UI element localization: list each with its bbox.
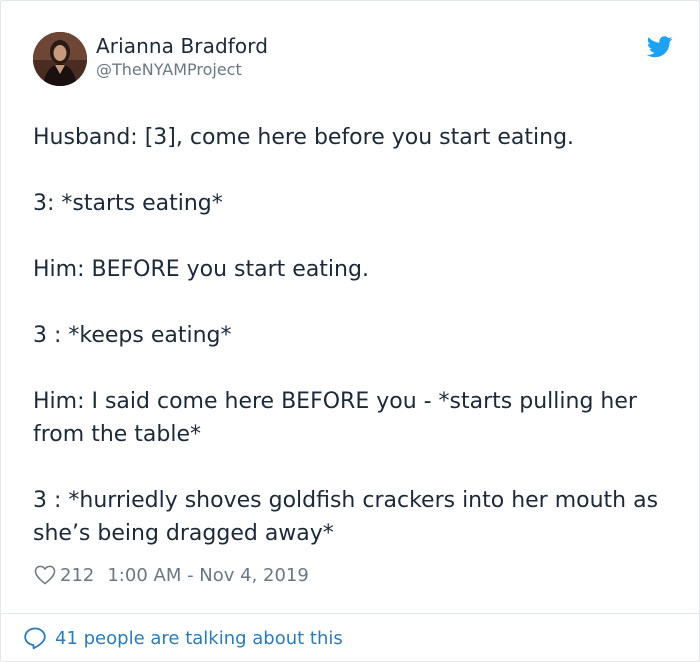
tweet-paragraph: 3 : *hurriedly shoves goldfish crackers …: [33, 488, 659, 546]
tweet-card: Arianna Bradford @TheNYAMProject Husband…: [0, 0, 700, 662]
tweet-text: Husband: [3], come here before you start…: [33, 121, 673, 550]
tweet-meta: 212 1:00 AM - Nov 4, 2019: [34, 562, 309, 588]
tweet-paragraph: 3: *starts eating*: [33, 191, 223, 216]
divider: [1, 613, 699, 614]
tweet-timestamp[interactable]: 1:00 AM - Nov 4, 2019: [107, 565, 308, 586]
tweet-paragraph: Husband: [3], come here before you start…: [33, 125, 575, 150]
avatar[interactable]: [33, 32, 87, 86]
tweet-paragraph: Him: BEFORE you start eating.: [33, 257, 369, 282]
tweet-header: Arianna Bradford @TheNYAMProject: [33, 32, 673, 88]
speech-bubble-icon: [24, 627, 46, 650]
heart-icon[interactable]: [34, 565, 56, 585]
like-count[interactable]: 212: [60, 565, 94, 586]
tweet-paragraph: Him: I said come here BEFORE you - *star…: [33, 389, 637, 447]
avatar-photo-icon: [33, 32, 87, 86]
author-name[interactable]: Arianna Bradford: [96, 34, 268, 58]
twitter-bird-icon[interactable]: [647, 36, 673, 58]
conversation-link[interactable]: 41 people are talking about this: [23, 624, 343, 652]
tweet-paragraph: 3 : *keeps eating*: [33, 323, 232, 348]
conversation-link-text[interactable]: 41 people are talking about this: [55, 628, 343, 649]
author-handle[interactable]: @TheNYAMProject: [96, 60, 242, 79]
